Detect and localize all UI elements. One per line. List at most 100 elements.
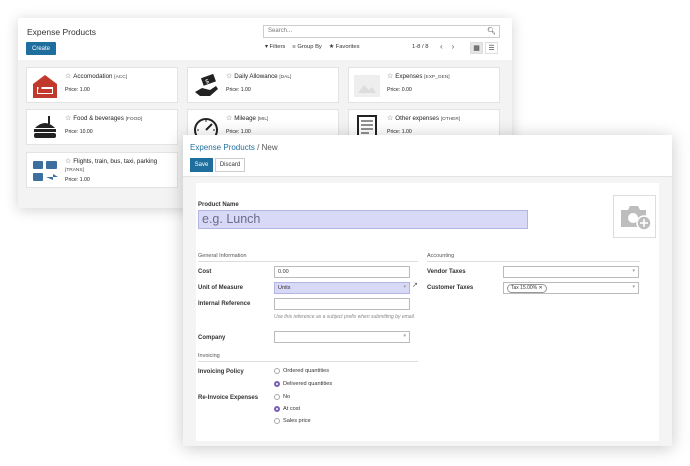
list-icon: ≡: [292, 44, 296, 50]
form-sheet-background: Product Name e.g. Lunch General Informat…: [183, 177, 672, 446]
product-image-upload[interactable]: [613, 195, 656, 238]
card-name: Mileage: [234, 115, 256, 122]
search-icon[interactable]: 🔍︎: [487, 27, 496, 35]
radio-circle: [274, 394, 280, 400]
save-button[interactable]: Save: [190, 158, 213, 172]
search-options: ▾ Filters ≡ Group By ★ Favorites: [265, 44, 360, 50]
radio-delivered-quantities[interactable]: Delivered quantities: [274, 381, 332, 387]
radio-reinvoice-at-cost[interactable]: At cost: [274, 406, 300, 412]
uom-label: Unit of Measure: [198, 285, 244, 291]
kanban-card[interactable]: $ ☆ Daily Allowance [DAL] Price: 1.00: [187, 67, 339, 103]
uom-select[interactable]: Units ▾: [274, 282, 410, 294]
customer-taxes-label: Customer Taxes: [427, 285, 474, 291]
tax-tag[interactable]: Tax 15.00% ✕: [507, 284, 547, 293]
product-name-label: Product Name: [198, 202, 239, 208]
kanban-card[interactable]: ☆ Accomodation [ACC] Price: 1.00: [26, 67, 178, 103]
card-name: Accomodation: [73, 73, 113, 80]
star-icon[interactable]: ☆: [387, 115, 393, 122]
star-icon[interactable]: ☆: [226, 115, 232, 122]
card-price: Price: 1.00: [65, 177, 90, 183]
internal-ref-hint: Use this reference as a subject prefix w…: [274, 314, 416, 320]
card-code: [TRANS]: [65, 168, 84, 173]
radio-label: No: [283, 394, 291, 400]
view-switcher: ▦ ☰: [470, 42, 498, 54]
uom-value: Units: [278, 285, 291, 291]
divider: [427, 261, 640, 262]
favorites-button[interactable]: ★ Favorites: [329, 44, 360, 50]
card-price: Price: 0.00: [387, 87, 412, 93]
card-code: [EXP_GEN]: [424, 75, 450, 80]
discard-button[interactable]: Discard: [215, 158, 245, 172]
internal-ref-label: Internal Reference: [198, 301, 251, 307]
card-price: Price: 1.00: [65, 87, 90, 93]
internal-ref-input[interactable]: [274, 298, 410, 310]
money-hand-icon: $: [192, 72, 220, 100]
list-view-icon[interactable]: ☰: [485, 42, 498, 54]
cost-label: Cost: [198, 269, 212, 275]
chevron-right-icon[interactable]: ›: [452, 42, 455, 51]
kanban-card[interactable]: ☆ Food & beverages [FOOD] Price: 10.00: [26, 109, 178, 145]
search-input[interactable]: Search... 🔍︎: [263, 25, 500, 38]
company-select[interactable]: ▾: [274, 331, 410, 343]
kanban-card[interactable]: ☆ Expenses [EXP_GEN] Price: 0.00: [348, 67, 500, 103]
general-info-title: General Information: [198, 253, 247, 259]
kanban-card[interactable]: ☆ Flights, train, bus, taxi, parking [TRA…: [26, 152, 178, 188]
vendor-taxes-select[interactable]: ▾: [503, 266, 639, 278]
groupby-button[interactable]: ≡ Group By: [292, 44, 322, 50]
card-price: Price: 10.00: [65, 129, 93, 135]
accounting-title: Accounting: [427, 253, 455, 259]
card-name: Expenses: [395, 73, 423, 80]
star-icon[interactable]: ☆: [65, 158, 71, 165]
breadcrumb-parent[interactable]: Expense Products: [190, 143, 255, 152]
invoicing-title: Invoicing: [198, 353, 220, 359]
search-placeholder: Search...: [268, 28, 293, 34]
invoicing-policy-label: Invoicing Policy: [198, 369, 244, 375]
radio-circle: [274, 368, 280, 374]
camera-add-icon: [620, 205, 652, 231]
transport-icon: [31, 157, 59, 185]
star-icon[interactable]: ☆: [65, 115, 71, 122]
company-label: Company: [198, 335, 226, 341]
customer-taxes-select[interactable]: Tax 15.00% ✕ ▾: [503, 282, 639, 294]
cost-value: 0.00: [278, 269, 289, 275]
chevron-left-icon[interactable]: ‹: [440, 42, 443, 51]
star-icon[interactable]: ☆: [65, 73, 71, 80]
cost-input[interactable]: 0.00: [274, 266, 410, 278]
radio-reinvoice-no[interactable]: No: [274, 394, 290, 400]
card-name: Food & beverages: [73, 115, 124, 122]
breadcrumb-current: New: [261, 143, 278, 152]
groupby-label: Group By: [297, 44, 322, 50]
close-icon[interactable]: ✕: [539, 285, 543, 291]
reinvoice-label: Re-Invoice Expenses: [198, 395, 259, 401]
create-button[interactable]: Create: [26, 42, 56, 55]
divider: [198, 361, 418, 362]
chevron-down-icon: ▾: [632, 284, 635, 290]
favorites-label: Favorites: [335, 44, 360, 50]
star-icon[interactable]: ☆: [387, 73, 393, 80]
pager-arrows: ‹ ›: [440, 42, 454, 51]
card-code: [ACC]: [114, 75, 128, 80]
breadcrumb: Expense Products / New: [190, 143, 278, 152]
filters-button[interactable]: ▾ Filters: [265, 44, 285, 50]
filter-icon: ▾: [265, 44, 268, 50]
kanban-view-icon[interactable]: ▦: [470, 42, 483, 54]
external-link-icon[interactable]: ↗: [412, 281, 418, 289]
star-icon[interactable]: ☆: [226, 73, 232, 80]
pager[interactable]: 1-8 / 8: [412, 44, 428, 50]
card-price: Price: 1.00: [226, 87, 251, 93]
product-name-input[interactable]: e.g. Lunch: [198, 210, 528, 229]
radio-circle: [274, 418, 280, 424]
radio-ordered-quantities[interactable]: Ordered quantities: [274, 368, 329, 374]
radio-reinvoice-sales-price[interactable]: Sales price: [274, 418, 311, 424]
card-code: [DAL]: [279, 75, 292, 80]
radio-label: Sales price: [283, 418, 311, 424]
star-icon: ★: [328, 44, 335, 50]
radio-label: At cost: [283, 406, 301, 412]
chevron-down-icon: ▾: [403, 284, 406, 290]
radio-label: Ordered quantities: [283, 368, 330, 374]
vendor-taxes-label: Vendor Taxes: [427, 269, 466, 275]
filters-label: Filters: [269, 44, 286, 50]
breadcrumb-separator: /: [254, 143, 262, 152]
placeholder-image-icon: [353, 72, 381, 100]
card-name: Daily Allowance: [234, 73, 278, 80]
